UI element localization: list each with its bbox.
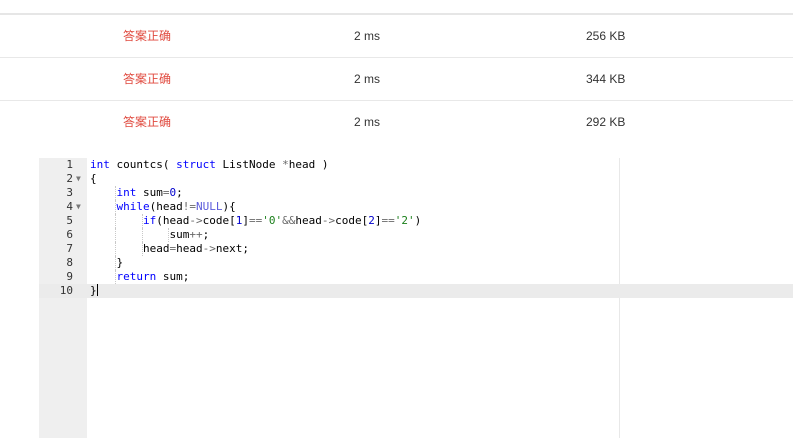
code-line[interactable]: 8 } (39, 256, 793, 270)
code-text: while(head!=NULL){ (116, 200, 236, 213)
code-text: int countcs( struct ListNode *head ) (90, 158, 329, 171)
code-lines: 1 int countcs( struct ListNode *head ) 2 ▼{… (39, 158, 793, 298)
code-line[interactable]: 10} (39, 284, 793, 298)
result-row: 答案正确 2 ms 292 KB (0, 101, 793, 143)
results-table: 答案正确 2 ms 256 KB 答案正确 2 ms 344 KB 答案正确 2… (0, 15, 793, 143)
line-number: 5 (66, 214, 73, 227)
code-line[interactable]: 5 if(head->code[1]=='0'&&head->code[2]==… (39, 214, 793, 228)
line-number: 2 (66, 172, 73, 185)
code-text: head=head->next; (90, 242, 249, 255)
line-number: 10 (59, 284, 73, 297)
code-text: } (90, 256, 124, 269)
result-memory: 292 KB (586, 115, 626, 129)
line-number: 9 (66, 270, 73, 283)
code-line[interactable]: 1 int countcs( struct ListNode *head ) (39, 158, 793, 172)
code-text: if(head->code[1]=='0'&&head->code[2]=='2… (142, 214, 422, 227)
result-row: 答案正确 2 ms 344 KB (0, 58, 793, 101)
result-time: 2 ms (354, 72, 381, 86)
line-number: 3 (66, 186, 73, 199)
triangle-down-icon[interactable]: ▼ (76, 200, 81, 214)
line-number: 6 (66, 228, 73, 241)
text-cursor (96, 284, 98, 296)
triangle-down-icon[interactable]: ▼ (76, 172, 81, 186)
code-line[interactable]: 9 return sum; (39, 270, 793, 284)
line-number: 1 (66, 158, 73, 171)
code-line[interactable]: 6 sum++; (39, 228, 793, 242)
code-text: int sum=0; (116, 186, 183, 199)
code-line[interactable]: 3 int sum=0; (39, 186, 793, 200)
code-line[interactable]: 2 ▼ { (39, 172, 793, 186)
line-number: 8 (66, 256, 73, 269)
line-number: 7 (66, 242, 73, 255)
result-memory: 256 KB (586, 29, 626, 43)
code-text: sum++; (90, 228, 210, 241)
line-number: 4 (66, 200, 73, 213)
result-time: 2 ms (354, 29, 381, 43)
result-row: 答案正确 2 ms 256 KB (0, 15, 793, 58)
result-time: 2 ms (354, 115, 381, 129)
result-status: 答案正确 (123, 72, 172, 86)
code-text: return sum; (116, 270, 190, 283)
result-memory: 344 KB (586, 72, 626, 86)
code-line[interactable]: 4 ▼ while(head!=NULL){ (39, 200, 793, 214)
code-editor[interactable]: 1 int countcs( struct ListNode *head ) 2 ▼{… (39, 158, 793, 438)
code-text: { (90, 172, 97, 185)
code-line[interactable]: 7 head=head->next; (39, 242, 793, 256)
code-text: } (90, 284, 98, 297)
result-status: 答案正确 (123, 29, 172, 43)
result-status: 答案正确 (123, 115, 172, 129)
